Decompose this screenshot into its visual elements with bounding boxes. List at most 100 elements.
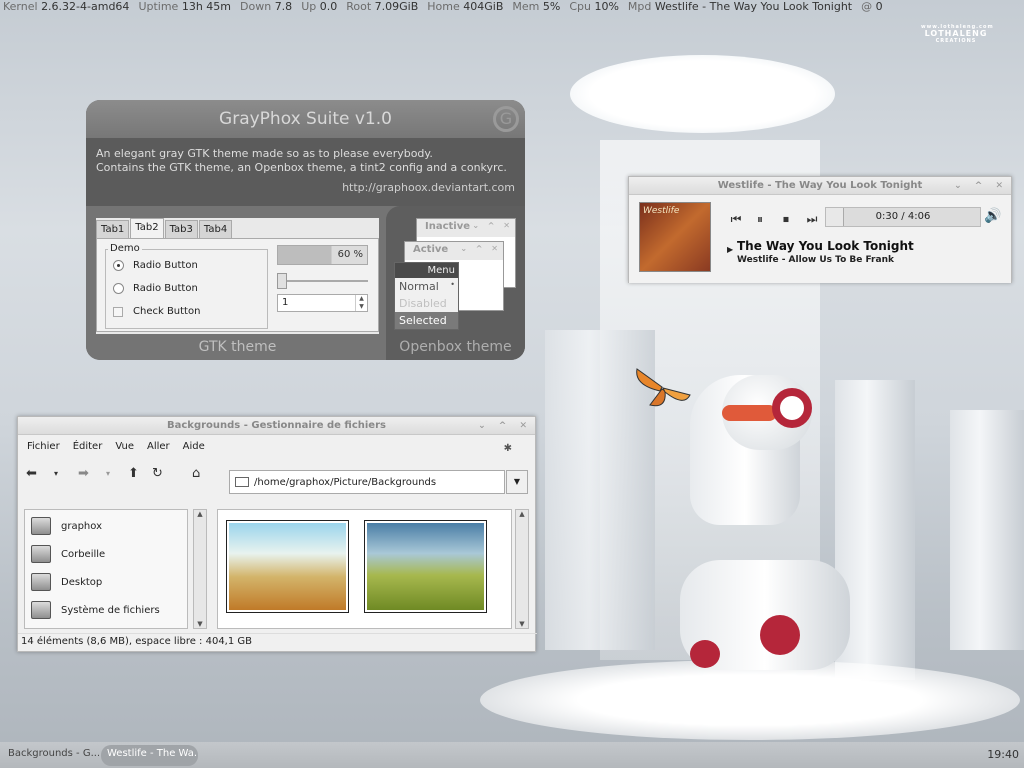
conky-value: 2.6.32-4-amd64 bbox=[41, 0, 130, 13]
places-sidebar: graphox Corbeille Desktop Système de fic… bbox=[24, 509, 188, 629]
conky-value: 404GiB bbox=[463, 0, 504, 13]
menu-aller[interactable]: Aller bbox=[147, 441, 170, 452]
home-icon[interactable]: ⌂ bbox=[192, 466, 200, 481]
bug-icon[interactable]: ✱ bbox=[504, 443, 512, 454]
check-button[interactable]: Check Button bbox=[113, 306, 200, 317]
demo-frame: Demo Radio Button Radio Button Check But… bbox=[105, 243, 268, 329]
menu-item-normal[interactable]: Normal • bbox=[395, 278, 458, 295]
location-dropdown-icon[interactable]: ▼ bbox=[506, 470, 528, 494]
place-label: Corbeille bbox=[61, 548, 106, 560]
slider[interactable] bbox=[277, 273, 368, 289]
wallpaper-pillar bbox=[950, 410, 1024, 650]
tab-1[interactable]: Tab1 bbox=[96, 220, 130, 238]
place-label: Système de fichiers bbox=[61, 604, 160, 616]
expand-triangle-icon[interactable]: ▶ bbox=[727, 245, 733, 254]
tab-2[interactable]: Tab2 bbox=[130, 218, 164, 238]
openbox-menu: Menu Normal • Disabled Selected bbox=[394, 262, 459, 330]
check-label: Check Button bbox=[133, 306, 201, 317]
place-trash[interactable]: Corbeille bbox=[31, 542, 105, 566]
place-filesystem[interactable]: Système de fichiers bbox=[31, 598, 160, 622]
tab-4[interactable]: Tab4 bbox=[198, 220, 233, 238]
wallpaper-robot-ear bbox=[772, 388, 812, 428]
fm-title: Backgrounds - Gestionnaire de fichiers bbox=[167, 420, 386, 431]
wallpaper-pillar bbox=[835, 380, 915, 680]
spin-button[interactable]: 1 ▲ ▼ bbox=[277, 294, 368, 312]
butterfly-icon bbox=[636, 368, 691, 407]
previous-track-icon[interactable]: ⏮ bbox=[725, 208, 747, 230]
folder-icon bbox=[235, 477, 249, 487]
window-controls-icon[interactable]: ⌄ ^ ✕ bbox=[478, 417, 532, 435]
pause-icon[interactable]: ⏸ bbox=[749, 208, 771, 230]
menu-aide[interactable]: Aide bbox=[183, 441, 205, 452]
conky-key: Root bbox=[346, 0, 372, 13]
fm-titlebar[interactable]: Backgrounds - Gestionnaire de fichiers ⌄ … bbox=[18, 417, 535, 435]
grayphox-preview: GrayPhox Suite v1.0 G An elegant gray GT… bbox=[86, 100, 525, 360]
grayphox-description: An elegant gray GTK theme made so as to … bbox=[86, 138, 525, 206]
reload-icon[interactable]: ↻ bbox=[152, 466, 163, 481]
checkbox-icon bbox=[113, 306, 123, 317]
menu-editer[interactable]: Éditer bbox=[73, 441, 103, 452]
radio-unchecked-icon bbox=[113, 283, 124, 294]
demo-label: Demo bbox=[108, 243, 142, 254]
home-folder-icon bbox=[31, 517, 51, 535]
next-track-icon[interactable]: ⏭ bbox=[801, 208, 823, 230]
wallpaper-ceiling-light bbox=[570, 55, 835, 133]
grayphox-url[interactable]: http://graphoox.deviantart.com bbox=[96, 181, 515, 195]
spin-arrows-icon[interactable]: ▲ ▼ bbox=[355, 295, 367, 311]
player-body: Westlife ⏮ ⏸ ⏹ ⏭ 0:30 / 4:06 🔊 ▶ The Way… bbox=[629, 195, 1011, 283]
gtk-theme-label: GTK theme bbox=[198, 339, 277, 355]
taskbar: Backgrounds - G... Westlife - The Wa... … bbox=[0, 742, 1024, 768]
file-manager-window: Backgrounds - Gestionnaire de fichiers ⌄ … bbox=[17, 416, 537, 652]
up-icon[interactable]: ⬆ bbox=[128, 466, 139, 481]
conky-value: 0 bbox=[875, 0, 883, 13]
wallpaper-robot-joint bbox=[690, 640, 720, 668]
conky-key: Up bbox=[301, 0, 317, 13]
menu-vue[interactable]: Vue bbox=[115, 441, 134, 452]
task-file-manager[interactable]: Backgrounds - G... bbox=[2, 745, 99, 766]
openbox-demo: Inactive ⌄ ^ ✕ Active ⌄ ^ ✕ Menu Normal • D… bbox=[386, 206, 525, 360]
back-dropdown-icon[interactable]: ▾ bbox=[54, 469, 58, 478]
drive-icon bbox=[31, 601, 51, 619]
back-icon[interactable]: ⬅ bbox=[26, 466, 37, 481]
image-thumbnail[interactable] bbox=[226, 520, 349, 613]
gtk-tabs: Tab1 Tab2 Tab3 Tab4 bbox=[96, 218, 379, 238]
menu-item-label: Normal bbox=[399, 280, 439, 293]
conky-key: Down bbox=[240, 0, 272, 13]
conky-value: 0.0 bbox=[319, 0, 338, 13]
track-time: 0:30 / 4:06 bbox=[875, 211, 931, 222]
volume-icon[interactable]: 🔊 bbox=[984, 208, 1001, 224]
conky-key: Mpd bbox=[627, 0, 652, 13]
stop-icon[interactable]: ⏹ bbox=[775, 208, 797, 230]
player-titlebar[interactable]: Westlife - The Way You Look Tonight ⌄ ^ ✕ bbox=[629, 177, 1011, 195]
grayphox-g-icon: G bbox=[493, 106, 519, 132]
radio-button-1[interactable]: Radio Button bbox=[113, 260, 198, 271]
grayphox-title: GrayPhox Suite v1.0 bbox=[86, 100, 525, 138]
conky-value: 7.09GiB bbox=[374, 0, 419, 13]
menu-item-selected[interactable]: Selected bbox=[395, 312, 458, 329]
player-title: Westlife - The Way You Look Tonight bbox=[717, 180, 923, 191]
window-controls-icon[interactable]: ⌄ ^ ✕ bbox=[954, 177, 1008, 195]
conky-key: @ bbox=[861, 0, 873, 13]
trash-icon bbox=[31, 545, 51, 563]
progress-text: 60 % bbox=[337, 249, 363, 260]
forward-dropdown-icon[interactable]: ▾ bbox=[106, 469, 110, 478]
logo-sub: CREATIONS bbox=[935, 38, 977, 44]
desc-line: An elegant gray GTK theme made so as to … bbox=[96, 147, 433, 160]
menu-fichier[interactable]: Fichier bbox=[27, 441, 60, 452]
place-home[interactable]: graphox bbox=[31, 514, 102, 538]
sidebar-scrollbar[interactable]: ▲ ▼ bbox=[193, 509, 207, 629]
fm-statusbar: 14 éléments (8,6 MB), espace libre : 404… bbox=[18, 633, 537, 651]
image-thumbnail[interactable] bbox=[364, 520, 487, 613]
task-music-player[interactable]: Westlife - The Wa... bbox=[101, 745, 198, 766]
forward-icon[interactable]: ➡ bbox=[78, 466, 89, 481]
tab-3[interactable]: Tab3 bbox=[164, 220, 198, 238]
file-view bbox=[217, 509, 512, 629]
seek-handle[interactable] bbox=[826, 208, 844, 226]
place-desktop[interactable]: Desktop bbox=[31, 570, 102, 594]
radio-button-2[interactable]: Radio Button bbox=[113, 283, 198, 294]
slider-handle[interactable] bbox=[277, 273, 287, 289]
fileview-scrollbar[interactable]: ▲ ▼ bbox=[515, 509, 529, 629]
location-bar[interactable]: /home/graphox/Picture/Backgrounds bbox=[229, 470, 505, 494]
seek-bar[interactable]: 0:30 / 4:06 bbox=[825, 207, 981, 227]
thumbnail-image bbox=[229, 523, 346, 610]
